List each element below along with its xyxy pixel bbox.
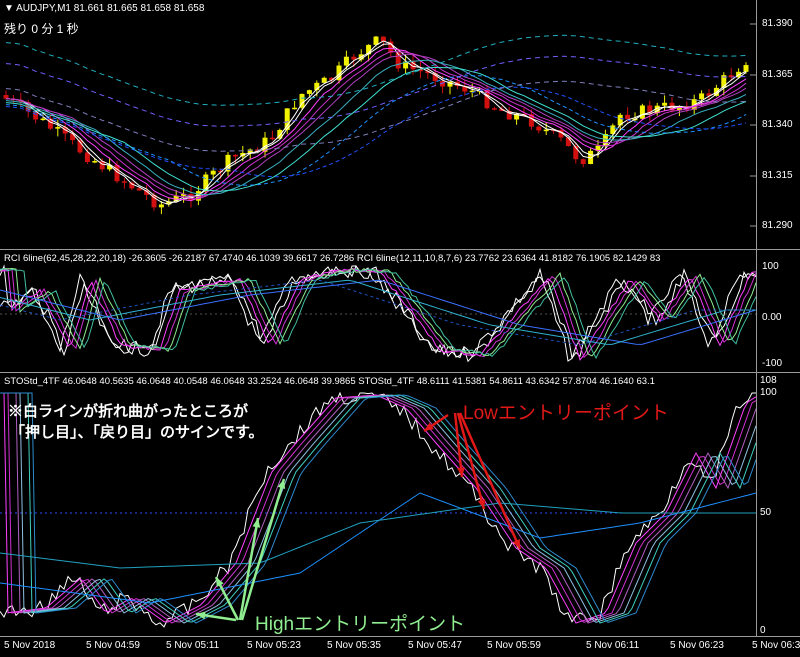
candle-body [565,137,571,147]
rci-title: RCI 6line(62,45,28,22,20,18) -26.3605 -2… [4,253,661,264]
time-tick: 5 Nov 05:35 [327,640,381,651]
candle-body [3,95,9,99]
stochastic-slow-line [0,502,756,569]
candle-body [536,126,542,131]
candle-body [121,181,127,183]
time-tick: 5 Nov 06:35 [752,640,800,651]
price-chart-pane[interactable]: ▼ AUDJPY,M1 81.661 81.665 81.658 81.658 … [0,0,756,249]
candle-body [70,133,76,141]
time-tick: 5 Nov 06:11 [586,640,640,651]
candle-body [351,56,357,60]
candle-body [232,154,238,157]
candle-body [662,102,668,106]
stochastic-axis: 108 100 50 0 [756,373,800,636]
candle-body [158,204,164,208]
rci-tick: -100 [762,358,783,369]
sto-tick: 50 [760,507,772,518]
time-tick: 5 Nov 06:23 [670,640,724,651]
candle-body [625,114,631,120]
candle-body [136,188,142,191]
price-tick: 81.365 [762,69,793,80]
rci-indicator-pane[interactable]: RCI 6line(62,45,28,22,20,18) -26.3605 -2… [0,250,756,372]
candle-body [373,36,379,45]
sto-tick: 0 [760,625,766,636]
candle-body [321,77,327,83]
candle-body [292,107,298,110]
price-chart-canvas[interactable] [0,0,756,249]
rci-axis: 100 0.00 -100 [756,250,800,372]
candle-body [269,137,275,140]
candle-body [543,129,549,132]
candle-body [55,127,61,129]
rci-tick: 100 [762,261,779,272]
candle-body [491,108,497,110]
time-tick: 5 Nov 05:23 [247,640,301,651]
note-line-1: ※白ラインが折れ曲がったところが [8,403,249,420]
high-entry-arrow [240,478,286,621]
price-axis: 81.390 81.365 81.340 81.315 81.290 [756,0,800,249]
sto-tick: 108 [760,375,777,386]
high-entry-label: Highエントリーポイント [255,614,466,635]
timer-label: 残り 0 分 1 秒 [4,22,79,36]
stochastic-slow-line [0,492,756,604]
rci-line [0,267,756,361]
candle-body [210,170,216,175]
time-tick: 5 Nov 2018 [4,640,56,651]
price-tick: 81.340 [762,119,793,130]
note-line-2: 「押し目」、「戻り目」のサインです。 [10,424,264,441]
time-tick: 5 Nov 05:59 [487,640,541,651]
time-tick: 5 Nov 05:11 [166,640,220,651]
candle-body [580,159,586,165]
stochastic-indicator-pane[interactable]: STOStd_4TF 46.0648 40.5635 46.0648 40.05… [0,373,756,636]
price-tick: 81.290 [762,220,793,231]
price-tick: 81.315 [762,170,793,181]
rci-canvas[interactable] [0,250,756,372]
sto-title: STOStd_4TF 46.0648 40.5635 46.0648 40.05… [4,376,655,387]
price-tick: 81.390 [762,18,793,29]
low-entry-arrow [458,412,522,550]
rci-tick: 0.00 [762,312,782,323]
candle-body [639,105,645,119]
candle-body [743,65,749,72]
candle-body [395,52,401,69]
candle-body [699,93,705,100]
candle-body [92,161,98,163]
low-entry-label: Lowエントリーポイント [463,403,669,424]
time-axis: 5 Nov 2018 5 Nov 04:59 5 Nov 05:11 5 Nov… [0,636,800,657]
time-tick: 5 Nov 04:59 [86,640,140,651]
candle-body [343,56,349,66]
candle-body [306,90,312,94]
candle-body [40,118,46,121]
sto-tick: 100 [760,387,777,398]
symbol-label: ▼ AUDJPY,M1 81.661 81.665 81.658 81.658 [4,3,205,14]
time-tick: 5 Nov 05:47 [408,640,462,651]
